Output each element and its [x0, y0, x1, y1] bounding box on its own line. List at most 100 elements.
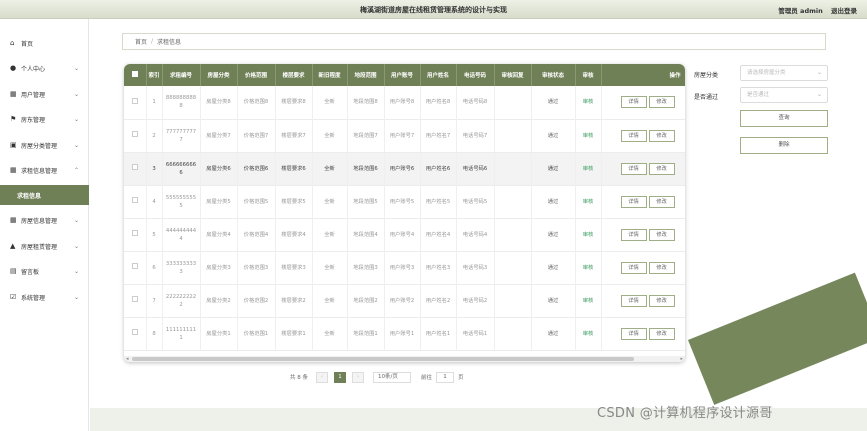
row-checkbox[interactable] — [131, 164, 138, 170]
delete-button[interactable]: 删除 — [740, 137, 828, 154]
audit-link[interactable]: 审核 — [583, 199, 594, 205]
sidebar-item[interactable]: ▦ 求租信息管理 ⌃ — [0, 160, 89, 180]
table-cell-idx: 8 — [146, 317, 163, 350]
audit-link[interactable]: 审核 — [583, 331, 594, 337]
row-checkbox[interactable] — [131, 97, 138, 104]
table-cell-price: 价格范围4 — [237, 218, 276, 251]
table-header-row: 索引 求租编号 房屋分类 价格范围 楼层要求 新旧程度 地段范围 用户账号 用户姓名 电话号码 审核… — [124, 64, 685, 86]
sidebar-item-label: 系统管理 — [21, 294, 46, 302]
query-button[interactable]: 查询 — [740, 110, 828, 127]
detail-button[interactable]: 详情 — [620, 129, 647, 142]
audit-link[interactable]: 审核 — [583, 298, 594, 304]
goto-label: 前往 — [421, 375, 433, 381]
table-cell-area: 地段范围8 — [347, 86, 385, 119]
row-select-cell — [124, 284, 147, 317]
edit-button[interactable]: 修改 — [648, 327, 675, 340]
table-header-cell: 用户账号 — [384, 64, 421, 86]
table-header-cell: 房屋分类 — [200, 64, 238, 86]
audit-link[interactable]: 审核 — [583, 99, 594, 105]
select-all-checkbox[interactable] — [131, 71, 138, 77]
table-cell-idx: 3 — [146, 152, 163, 185]
table-cell-area: 地段范围5 — [347, 185, 385, 218]
detail-button[interactable]: 详情 — [620, 228, 647, 241]
sidebar-item[interactable]: ▤ 留言板 ⌄ — [0, 261, 89, 281]
table-cell-acct: 用户账号5 — [384, 185, 421, 218]
detail-button[interactable]: 详情 — [620, 261, 647, 274]
table-header-cell: 地段范围 — [347, 64, 385, 86]
edit-button[interactable]: 修改 — [648, 162, 675, 175]
audit-link[interactable]: 审核 — [583, 232, 594, 238]
audit-cell: 审核 — [575, 152, 602, 185]
table-cell-code: 6666666666 — [162, 152, 201, 185]
table-header-cell: 审核回复 — [494, 64, 532, 86]
detail-button[interactable]: 详情 — [620, 327, 647, 340]
edit-button[interactable]: 修改 — [648, 294, 675, 307]
table-cell-cond: 全新 — [312, 218, 348, 251]
lamp-icon: ▲ — [10, 242, 16, 250]
row-checkbox[interactable] — [131, 131, 138, 137]
table-cell-reply — [494, 185, 532, 218]
home-icon: ⌂ — [10, 39, 15, 47]
chevron-icon: ⌄ — [73, 293, 79, 301]
prev-page-button[interactable]: ‹ — [316, 371, 328, 383]
sidebar-item[interactable]: ▣ 房屋分类管理 ⌄ — [0, 135, 89, 155]
passed-filter-select[interactable]: 是否通过 ⌄ — [740, 87, 828, 103]
sidebar: ⌂ 首页 ● 个人中心 ⌄ ▦ 用户管理 ⌄ ⚑ 房东管理 ⌄ ▣ 房屋分类管理 ⌄ ▦ 求租信息管理 ⌃ 求租信… — [0, 19, 89, 431]
page-size-select[interactable]: 10条/页 — [373, 371, 411, 383]
row-checkbox[interactable] — [131, 230, 138, 236]
chevron-icon: ⌄ — [73, 90, 79, 98]
scroll-right-icon[interactable]: ▸ — [680, 356, 683, 362]
table-header-cell: 价格范围 — [237, 64, 276, 86]
row-checkbox[interactable] — [131, 197, 138, 203]
row-select-cell — [124, 218, 147, 251]
detail-button[interactable]: 详情 — [620, 96, 647, 109]
edit-button[interactable]: 修改 — [648, 261, 675, 274]
row-checkbox[interactable] — [131, 329, 138, 335]
current-page-button[interactable]: 1 — [334, 371, 346, 383]
audit-link[interactable]: 审核 — [583, 166, 594, 172]
table-header-cell[interactable] — [124, 64, 147, 86]
sidebar-item[interactable]: ● 个人中心 ⌄ — [0, 58, 89, 78]
sidebar-item[interactable]: ▦ 用户管理 ⌄ — [0, 84, 89, 104]
detail-button[interactable]: 详情 — [620, 195, 647, 208]
sidebar-item[interactable]: 求租信息 — [0, 185, 89, 205]
audit-link[interactable]: 审核 — [583, 265, 594, 271]
scroll-left-icon[interactable]: ◂ — [126, 356, 129, 362]
sidebar-item-label: 个人中心 — [21, 65, 46, 73]
table-header-cell: 新旧程度 — [312, 64, 348, 86]
page-unit-label: 页 — [458, 375, 464, 381]
edit-button[interactable]: 修改 — [648, 228, 675, 241]
table-cell-code: 1111111111 — [162, 317, 201, 350]
table-cell-name: 用户姓名4 — [420, 218, 457, 251]
table-cell-acct: 用户账号2 — [384, 284, 421, 317]
sidebar-item[interactable]: ▲ 房屋租赁管理 ⌄ — [0, 236, 89, 256]
table-cell-phone: 电话号码2 — [456, 284, 495, 317]
logout-link[interactable]: 退出登录 — [831, 7, 857, 15]
category-filter-select[interactable]: 请选择房屋分类 ⌄ — [740, 65, 828, 81]
audit-link[interactable]: 审核 — [583, 133, 594, 139]
sidebar-item[interactable]: ⚑ 房东管理 ⌄ — [0, 109, 89, 129]
detail-button[interactable]: 详情 — [620, 162, 647, 175]
chevron-icon: ⌄ — [73, 242, 79, 250]
scrollbar-thumb[interactable] — [132, 357, 634, 361]
row-checkbox[interactable] — [131, 263, 138, 269]
edit-button[interactable]: 修改 — [648, 96, 675, 109]
detail-button[interactable]: 详情 — [620, 294, 647, 307]
edit-button[interactable]: 修改 — [648, 195, 675, 208]
sidebar-item[interactable]: ▦ 房屋信息管理 ⌄ — [0, 210, 89, 230]
pagination-total: 共 8 条 — [290, 375, 308, 381]
table-cell-cat: 房屋分类2 — [200, 284, 238, 317]
sidebar-item[interactable]: ⌂ 首页 — [0, 33, 89, 53]
user-area: 管理员 admin 退出登录 — [772, 5, 857, 15]
sidebar-item[interactable]: ☑ 系统管理 ⌄ — [0, 287, 89, 307]
table-row: 3 6666666666 房屋分类6 价格范围6 楼层要求6 全新 地段范围6 用户账号6 用户… — [124, 152, 685, 185]
row-checkbox[interactable] — [131, 296, 138, 302]
breadcrumb-home[interactable]: 首页 — [135, 37, 147, 46]
next-page-button[interactable]: › — [352, 371, 364, 383]
row-select-cell — [124, 119, 147, 152]
user-label: 管理员 admin — [778, 7, 823, 15]
goto-page-input[interactable]: 1 — [436, 371, 455, 383]
edit-button[interactable]: 修改 — [648, 129, 675, 142]
table-cell-reply — [494, 86, 532, 119]
horizontal-scrollbar[interactable]: ◂ ▸ — [124, 356, 685, 362]
